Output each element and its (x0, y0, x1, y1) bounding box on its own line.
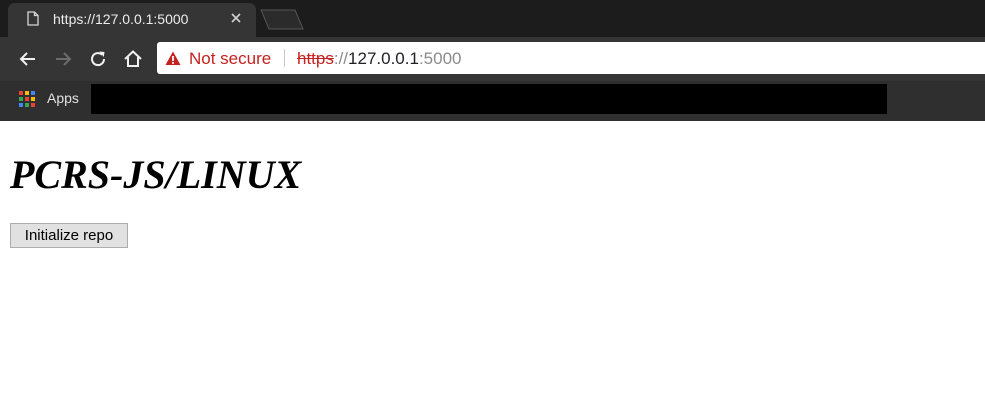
arrow-left-icon (19, 52, 35, 66)
home-button[interactable] (122, 48, 144, 70)
apps-grid-icon (19, 91, 35, 107)
page-content: PCRS-JS/LINUX Initialize repo (0, 121, 985, 401)
tab-title: https://127.0.0.1:5000 (53, 11, 189, 27)
url-text[interactable]: https://127.0.0.1:5000 (297, 49, 461, 69)
apps-label: Apps (47, 90, 79, 106)
security-status-label[interactable]: Not secure (189, 49, 271, 69)
redacted-bookmarks (91, 84, 887, 114)
tab-strip: https://127.0.0.1:5000 (0, 0, 985, 37)
bookmarks-bar: Apps (0, 81, 985, 121)
warning-triangle-icon[interactable] (165, 51, 181, 66)
url-host: 127.0.0.1 (348, 49, 419, 68)
home-icon (124, 50, 142, 67)
page-title: PCRS-JS/LINUX (10, 152, 302, 197)
browser-tab[interactable]: https://127.0.0.1:5000 (8, 3, 256, 37)
omnibox-divider (284, 49, 285, 67)
new-tab-button[interactable] (260, 9, 304, 30)
url-port: :5000 (418, 49, 462, 68)
forward-button[interactable] (52, 48, 74, 70)
initialize-repo-button[interactable]: Initialize repo (10, 223, 128, 248)
url-scheme: https (297, 49, 334, 68)
file-icon (27, 11, 39, 26)
reload-button[interactable] (87, 48, 109, 70)
address-bar[interactable]: Not secure https://127.0.0.1:5000 (157, 42, 985, 74)
url-separator: :// (333, 49, 349, 68)
close-icon[interactable] (229, 11, 243, 25)
back-button[interactable] (17, 48, 39, 70)
reload-icon (91, 51, 106, 67)
arrow-right-icon (56, 52, 72, 66)
